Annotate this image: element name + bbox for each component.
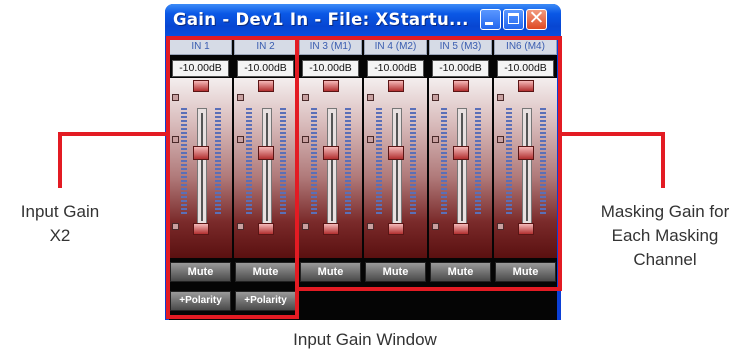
annotation-line: Input Gain <box>20 202 100 221</box>
maximize-button[interactable] <box>503 9 524 30</box>
masking-gain-leader-h <box>560 132 665 136</box>
masking-gain-annotation: Masking Gain for Each Masking Channel <box>585 200 745 272</box>
window-title: Gain - Dev1 In - File: XStartu... <box>173 10 469 29</box>
masking-gain-leader-v <box>661 132 665 188</box>
figure-caption: Input Gain Window <box>293 330 437 349</box>
annotation-line: X2 <box>49 226 71 245</box>
annotation-line: Channel <box>633 250 697 269</box>
input-gain-leader-v <box>58 132 62 188</box>
close-icon: ✕ <box>528 7 545 29</box>
maximize-icon <box>508 13 519 24</box>
title-bar[interactable]: Gain - Dev1 In - File: XStartu... ✕ <box>165 4 561 36</box>
minimize-button[interactable] <box>480 9 501 30</box>
masking-gain-highlight <box>295 36 562 291</box>
annotation-line: Each Masking <box>611 226 719 245</box>
close-button[interactable]: ✕ <box>526 7 547 30</box>
input-gain-highlight <box>166 36 299 319</box>
input-gain-annotation: Input Gain X2 <box>0 200 120 248</box>
input-gain-leader-h <box>58 132 168 136</box>
annotation-line: Masking Gain for <box>600 202 730 221</box>
minimize-icon <box>485 22 493 25</box>
